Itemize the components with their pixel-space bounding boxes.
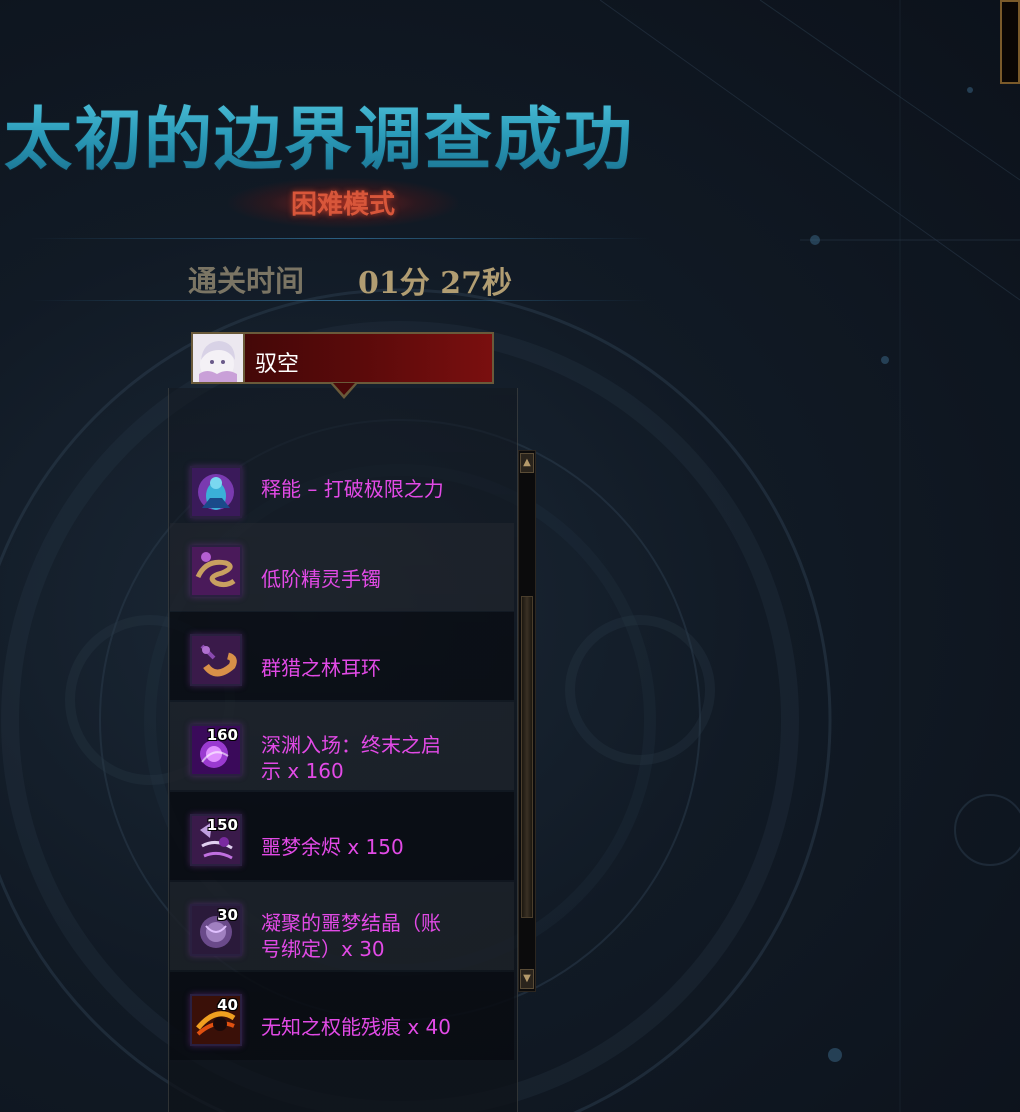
reward-item-name-cont: 示 x 160: [261, 759, 344, 783]
corner-panel-edge: [1000, 0, 1020, 84]
bracelet-icon: [190, 545, 242, 597]
nightmare-crystal-icon: 30: [190, 904, 242, 956]
reward-item[interactable]: 群猎之林耳环: [170, 612, 514, 700]
reward-item-name: 噩梦余烬 x 150: [261, 835, 404, 859]
reward-item[interactable]: 160 深渊入场：终末之启 示 x 160: [170, 702, 514, 790]
player-tab-pointer-inner: [333, 383, 355, 395]
reward-item-name: 群猎之林耳环: [261, 656, 381, 680]
reward-item[interactable]: 150 噩梦余烬 x 150: [170, 792, 514, 880]
reward-item-name: 低阶精灵手镯: [261, 567, 381, 591]
nightmare-ember-icon: 150: [190, 814, 242, 866]
item-count-badge: 30: [217, 906, 238, 924]
earring-icon: [190, 634, 242, 686]
reward-item-name-cont: 号绑定）x 30: [261, 937, 385, 961]
item-count-badge: 40: [217, 996, 238, 1014]
energy-release-icon: [190, 466, 242, 518]
power-trace-icon: 40: [190, 994, 242, 1046]
item-count-badge: 150: [206, 816, 238, 834]
player-tab[interactable]: 驭空: [191, 332, 494, 384]
character-portrait-icon: [193, 334, 245, 382]
divider-top: [30, 238, 650, 239]
reward-item-name: 释能 – 打破极限之力: [261, 477, 444, 501]
item-count-badge: 160: [206, 726, 238, 744]
scroll-down-arrow-icon[interactable]: ▼: [520, 969, 534, 989]
abyss-ticket-icon: 160: [190, 724, 242, 776]
reward-item[interactable]: 40 无知之权能残痕 x 40: [170, 972, 514, 1060]
reward-item-name: 无知之权能残痕 x 40: [261, 1015, 451, 1039]
reward-scrollbar[interactable]: ▲ ▼: [518, 450, 536, 992]
clear-time-label: 通关时间: [188, 264, 305, 298]
result-title: 太初的边界调查成功: [4, 84, 704, 180]
reward-item[interactable]: 30 凝聚的噩梦结晶（账 号绑定）x 30: [170, 882, 514, 970]
clear-time-value: 01分 27秒: [358, 266, 512, 301]
reward-item[interactable]: 释能 – 打破极限之力: [170, 444, 514, 532]
scroll-thumb[interactable]: [521, 596, 533, 918]
player-name: 驭空: [255, 352, 300, 377]
reward-item-name: 凝聚的噩梦结晶（账: [261, 911, 441, 935]
divider-bottom: [30, 300, 650, 301]
reward-item[interactable]: 低阶精灵手镯: [170, 523, 514, 611]
scroll-up-arrow-icon[interactable]: ▲: [520, 453, 534, 473]
reward-item-name: 深渊入场：终末之启: [261, 733, 441, 757]
difficulty-mode-label: 困难模式: [290, 190, 395, 220]
